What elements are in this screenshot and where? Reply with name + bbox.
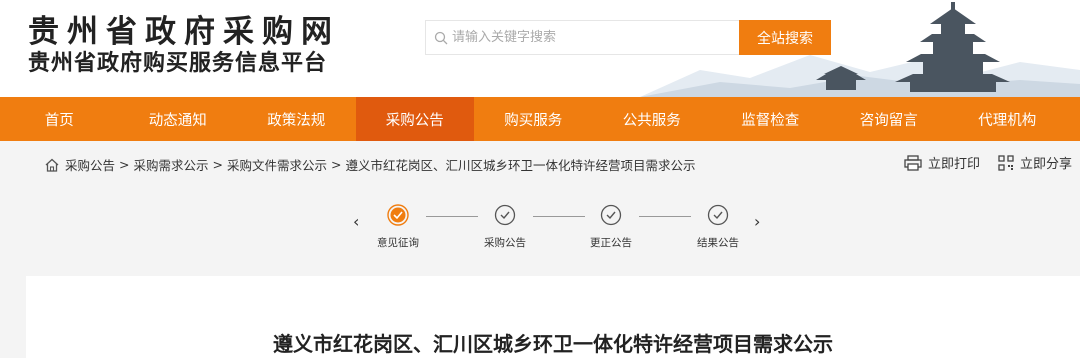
share-label: 立即分享	[1019, 157, 1072, 172]
steps-next-arrow-icon[interactable]: ›	[754, 212, 760, 231]
check-circle-icon	[707, 204, 729, 226]
nav-item-purchase-services[interactable]: 购买服务	[474, 97, 593, 141]
nav-item-procurement-announcements[interactable]: 采购公告	[355, 97, 474, 141]
check-circle-icon	[494, 204, 516, 226]
step-result-announcement[interactable]: 结果公告	[683, 200, 753, 250]
nav-item-home[interactable]: 首页	[0, 97, 119, 141]
breadcrumb-item-document-demand-publicity[interactable]: 采购文件需求公示	[227, 155, 327, 174]
document-panel: 遵义市红花岗区、汇川区城乡环卫一体化特许经营项目需求公示	[26, 276, 1080, 358]
page-actions: 立即打印 立即分享	[886, 153, 1072, 172]
nav-item-policies[interactable]: 政策法规	[237, 97, 356, 141]
step-label: 结果公告	[697, 237, 739, 249]
platform-name[interactable]: 贵州省政府购买服务信息平台	[28, 45, 327, 77]
step-label: 采购公告	[484, 237, 526, 249]
breadcrumb-separator: >	[331, 157, 342, 172]
breadcrumb-item-procurement-announcements[interactable]: 采购公告	[65, 155, 115, 174]
printer-icon	[904, 154, 922, 171]
search-icon	[434, 31, 448, 45]
breadcrumb-separator: >	[119, 157, 130, 172]
nav-item-supervision[interactable]: 监督检查	[711, 97, 830, 141]
qr-code-icon	[998, 154, 1014, 171]
breadcrumb-bar: 采购公告 > 采购需求公示 > 采购文件需求公示 > 遵义市红花岗区、汇川区城乡…	[0, 141, 1080, 185]
nav-item-agencies[interactable]: 代理机构	[948, 97, 1067, 141]
step-opinion-solicitation[interactable]: 意见征询	[363, 200, 433, 250]
nav-item-notices[interactable]: 动态通知	[119, 97, 238, 141]
step-label: 更正公告	[590, 237, 632, 249]
pavilion-scenery-image	[640, 2, 1080, 97]
current-step-icon	[387, 204, 409, 226]
main-nav: 首页 动态通知 政策法规 采购公告 购买服务 公共服务 监督检查 咨询留言 代理…	[0, 97, 1080, 141]
breadcrumb-item-demand-publicity[interactable]: 采购需求公示	[134, 155, 209, 174]
site-header: 贵州省政府采购网 贵州省政府购买服务信息平台 全站搜索	[0, 0, 1080, 97]
step-procurement-announcement[interactable]: 采购公告	[470, 200, 540, 250]
step-correction-announcement[interactable]: 更正公告	[576, 200, 646, 250]
share-button[interactable]: 立即分享	[998, 153, 1072, 172]
print-button[interactable]: 立即打印	[904, 153, 980, 172]
nav-item-consultation[interactable]: 咨询留言	[830, 97, 949, 141]
steps-prev-arrow-icon[interactable]: ‹	[353, 212, 359, 231]
document-title: 遵义市红花岗区、汇川区城乡环卫一体化特许经营项目需求公示	[273, 332, 833, 356]
check-circle-icon	[600, 204, 622, 226]
announcement-steps: ‹ 意见征询 采购公告 更正公告 结果公告 ›	[350, 200, 770, 250]
home-icon[interactable]	[44, 157, 60, 173]
breadcrumb: 采购公告 > 采购需求公示 > 采购文件需求公示 > 遵义市红花岗区、汇川区城乡…	[44, 155, 696, 174]
breadcrumb-separator: >	[212, 157, 223, 172]
nav-item-public-services[interactable]: 公共服务	[593, 97, 712, 141]
step-label: 意见征询	[377, 237, 419, 249]
breadcrumb-item-current-page: 遵义市红花岗区、汇川区城乡环卫一体化特许经营项目需求公示	[345, 158, 696, 173]
print-label: 立即打印	[927, 157, 980, 172]
